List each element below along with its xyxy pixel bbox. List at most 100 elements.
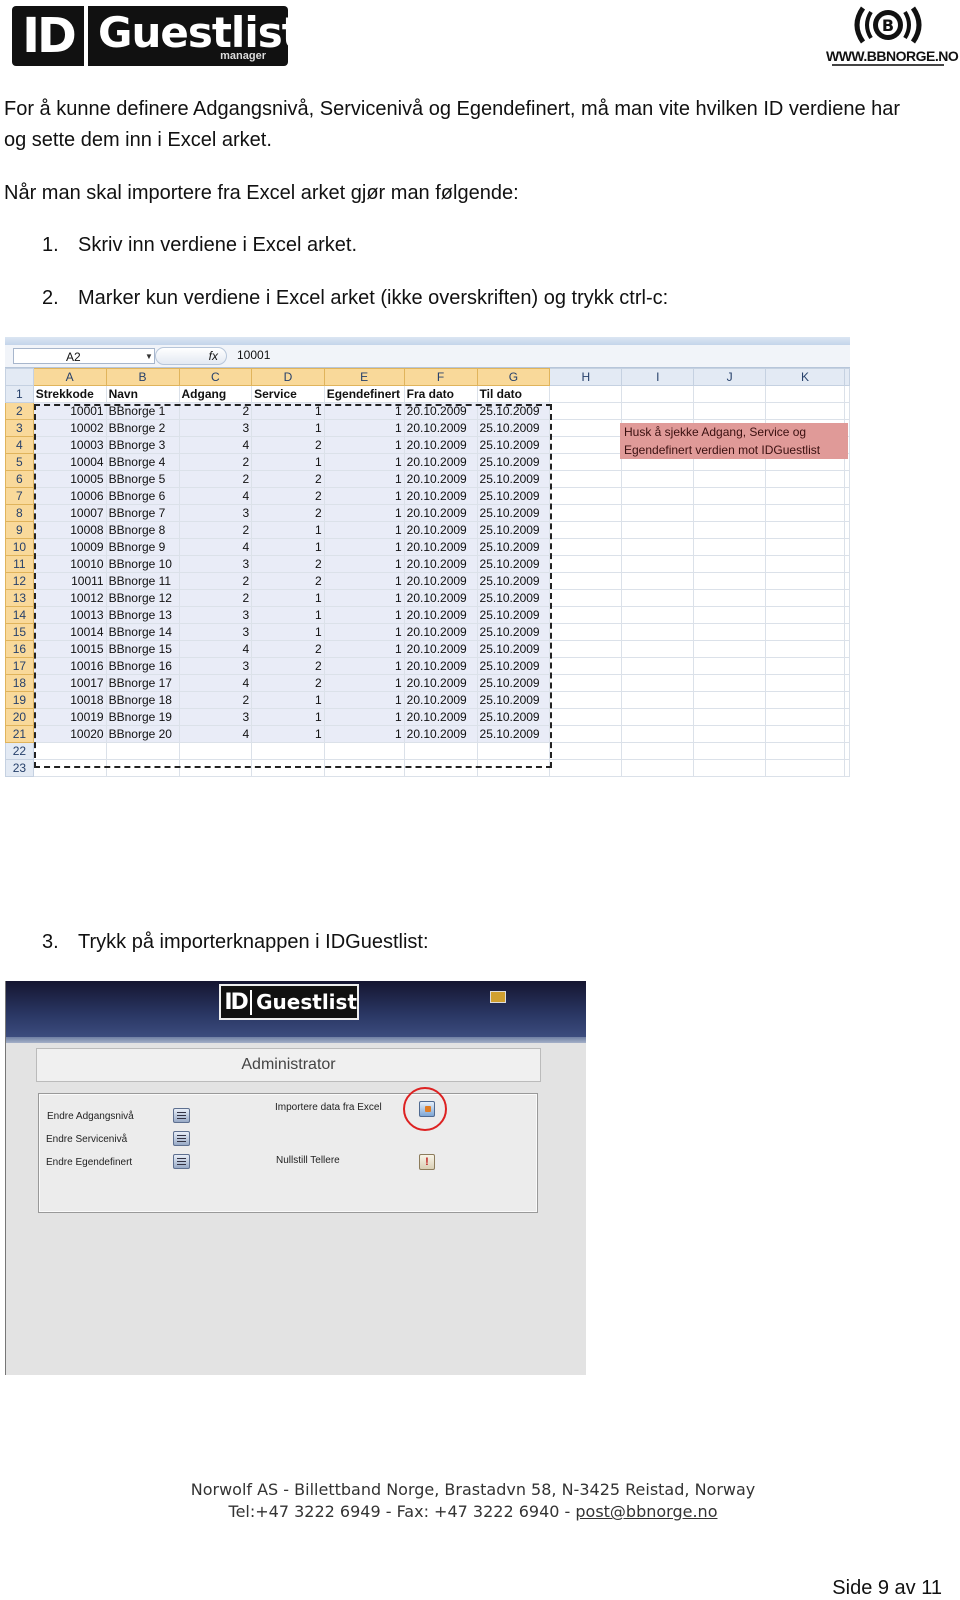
sheet-cell[interactable]: 2: [178, 402, 253, 420]
sheet-cell[interactable]: 20.10.2009: [403, 572, 478, 590]
sheet-cell[interactable]: [621, 674, 695, 692]
sheet-cell[interactable]: [549, 419, 623, 437]
edit-egendefinert-button[interactable]: [173, 1154, 190, 1169]
sheet-cell[interactable]: 20.10.2009: [403, 470, 478, 488]
sheet-cell[interactable]: 10005: [32, 470, 107, 488]
column-header[interactable]: B: [105, 368, 180, 386]
sheet-cell[interactable]: 2: [178, 572, 253, 590]
sheet-cell[interactable]: [621, 385, 695, 403]
sheet-cell[interactable]: [693, 385, 767, 403]
sheet-cell[interactable]: [765, 640, 845, 658]
sheet-cell[interactable]: 1: [323, 589, 405, 607]
sheet-cell[interactable]: BBnorge 1: [105, 402, 180, 420]
sheet-cell[interactable]: [765, 402, 845, 420]
sheet-cell[interactable]: 25.10.2009: [476, 708, 551, 726]
sheet-cell[interactable]: 25.10.2009: [476, 470, 551, 488]
sheet-cell[interactable]: 1: [251, 402, 325, 420]
sheet-cell[interactable]: 1: [323, 555, 405, 573]
sheet-cell[interactable]: 10012: [32, 589, 107, 607]
sheet-cell[interactable]: 10013: [32, 606, 107, 624]
column-header[interactable]: I: [621, 368, 695, 386]
row-header[interactable]: 23: [5, 759, 34, 777]
sheet-cell[interactable]: [549, 674, 623, 692]
row-header[interactable]: 16: [5, 640, 34, 658]
sheet-cell[interactable]: [693, 657, 767, 675]
sheet-cell[interactable]: [844, 538, 850, 556]
sheet-cell[interactable]: 20.10.2009: [403, 419, 478, 437]
sheet-cell[interactable]: [621, 572, 695, 590]
sheet-cell[interactable]: [765, 487, 845, 505]
sheet-cell[interactable]: [693, 640, 767, 658]
sheet-cell[interactable]: 3: [178, 606, 253, 624]
row-header[interactable]: 4: [5, 436, 34, 454]
sheet-cell[interactable]: [765, 555, 845, 573]
sheet-cell[interactable]: [549, 742, 623, 760]
sheet-cell[interactable]: 20.10.2009: [403, 674, 478, 692]
sheet-cell[interactable]: 20.10.2009: [403, 436, 478, 454]
sheet-cell[interactable]: BBnorge 11: [105, 572, 180, 590]
column-header[interactable]: E: [323, 368, 405, 386]
sheet-cell[interactable]: [844, 555, 850, 573]
sheet-cell[interactable]: BBnorge 8: [105, 521, 180, 539]
sheet-cell[interactable]: Navn: [105, 385, 180, 403]
sheet-cell[interactable]: [549, 708, 623, 726]
sheet-cell[interactable]: [403, 742, 478, 760]
sheet-cell[interactable]: 1: [323, 538, 405, 556]
sheet-cell[interactable]: [476, 742, 551, 760]
sheet-cell[interactable]: [105, 742, 180, 760]
sheet-cell[interactable]: Til dato: [476, 385, 551, 403]
sheet-cell[interactable]: 2: [251, 470, 325, 488]
row-header[interactable]: 17: [5, 657, 34, 675]
column-header[interactable]: J: [693, 368, 767, 386]
sheet-cell[interactable]: [693, 606, 767, 624]
row-header[interactable]: 5: [5, 453, 34, 471]
row-header[interactable]: 12: [5, 572, 34, 590]
sheet-cell[interactable]: BBnorge 10: [105, 555, 180, 573]
column-header[interactable]: D: [251, 368, 325, 386]
sheet-cell[interactable]: 25.10.2009: [476, 436, 551, 454]
sheet-cell[interactable]: Egendefinert: [323, 385, 405, 403]
footer-email-link[interactable]: post@bbnorge.no: [575, 1502, 717, 1521]
sheet-cell[interactable]: [549, 453, 623, 471]
sheet-cell[interactable]: [844, 385, 850, 403]
sheet-cell[interactable]: [549, 504, 623, 522]
sheet-cell[interactable]: [693, 572, 767, 590]
sheet-cell[interactable]: 2: [178, 589, 253, 607]
sheet-cell[interactable]: [621, 555, 695, 573]
row-header[interactable]: 18: [5, 674, 34, 692]
sheet-cell[interactable]: 20.10.2009: [403, 589, 478, 607]
row-header[interactable]: 9: [5, 521, 34, 539]
sheet-cell[interactable]: 20.10.2009: [403, 402, 478, 420]
sheet-cell[interactable]: [844, 674, 850, 692]
sheet-cell[interactable]: [844, 504, 850, 522]
sheet-cell[interactable]: 10020: [32, 725, 107, 743]
sheet-cell[interactable]: [549, 487, 623, 505]
sheet-cell[interactable]: 10011: [32, 572, 107, 590]
sheet-cell[interactable]: 2: [251, 657, 325, 675]
sheet-cell[interactable]: 1: [251, 606, 325, 624]
sheet-cell[interactable]: [621, 538, 695, 556]
sheet-cell[interactable]: 20.10.2009: [403, 657, 478, 675]
sheet-cell[interactable]: [476, 759, 551, 777]
row-header[interactable]: 10: [5, 538, 34, 556]
sheet-cell[interactable]: 20.10.2009: [403, 623, 478, 641]
sheet-cell[interactable]: 4: [178, 674, 253, 692]
sheet-cell[interactable]: [765, 623, 845, 641]
sheet-cell[interactable]: 10002: [32, 419, 107, 437]
name-box-dropdown-icon[interactable]: ▼: [145, 352, 153, 361]
sheet-cell[interactable]: BBnorge 13: [105, 606, 180, 624]
sheet-cell[interactable]: [621, 504, 695, 522]
sheet-cell[interactable]: [765, 504, 845, 522]
column-header[interactable]: F: [403, 368, 478, 386]
sheet-cell[interactable]: 4: [178, 725, 253, 743]
sheet-cell[interactable]: 25.10.2009: [476, 487, 551, 505]
sheet-cell[interactable]: BBnorge 14: [105, 623, 180, 641]
sheet-cell[interactable]: 1: [323, 572, 405, 590]
sheet-cell[interactable]: 3: [178, 504, 253, 522]
sheet-cell[interactable]: [105, 759, 180, 777]
sheet-cell[interactable]: 1: [251, 708, 325, 726]
sheet-cell[interactable]: [693, 538, 767, 556]
name-box[interactable]: A2: [13, 348, 155, 364]
sheet-cell[interactable]: [693, 555, 767, 573]
sheet-cell[interactable]: BBnorge 19: [105, 708, 180, 726]
